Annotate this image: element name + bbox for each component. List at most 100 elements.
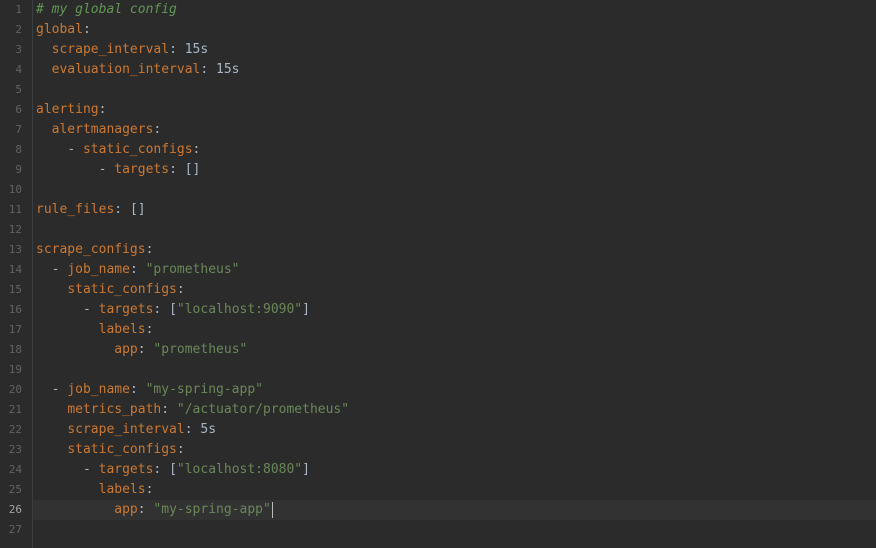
code-line[interactable]: 10 xyxy=(9,180,876,200)
code-line[interactable]: 14 - job_name: "prometheus" xyxy=(9,260,876,280)
yaml-key: rule_files xyxy=(36,202,115,217)
yaml-key: alerting xyxy=(36,102,99,117)
yaml-string: "prometheus" xyxy=(153,342,248,357)
yaml-separator: : xyxy=(176,442,185,457)
yaml-bracket-close: ] xyxy=(302,302,310,317)
line-number: 9 xyxy=(15,163,22,176)
yaml-separator: : xyxy=(161,402,177,417)
code-line[interactable]: 20 - job_name: "my-spring-app" xyxy=(9,380,876,400)
code-area[interactable]: 1 # my global config 2 global: 3 scrape_inte… xyxy=(9,0,876,548)
code-line[interactable]: 7 alertmanagers: xyxy=(15,120,876,140)
yaml-separator: : xyxy=(137,342,154,357)
code-line[interactable]: 5 xyxy=(15,80,876,100)
code-line[interactable]: 3 scrape_interval: 15s xyxy=(15,40,876,60)
yaml-value: [] xyxy=(129,202,146,217)
line-text: - targets: ["localhost:8080"] xyxy=(36,460,310,480)
code-line[interactable]: 4 evaluation_interval: 15s xyxy=(15,60,876,80)
line-text: app: "prometheus" xyxy=(36,340,247,360)
yaml-separator: : xyxy=(153,462,170,477)
line-number: 14 xyxy=(8,263,22,276)
code-line[interactable]: 21 metrics_path: "/actuator/prometheus" xyxy=(9,400,876,420)
code-line[interactable]: 11 rule_files: [] xyxy=(9,200,876,220)
line-text: labels: xyxy=(36,320,154,340)
yaml-list-dash: - xyxy=(82,462,99,477)
code-line[interactable]: 24 - targets: ["localhost:8080"] xyxy=(9,460,876,480)
code-line[interactable]: 2 global: xyxy=(15,20,876,40)
yaml-key: job_name xyxy=(67,262,130,277)
code-line[interactable]: 16 - targets: ["localhost:9090"] xyxy=(9,300,876,320)
line-text: - static_configs: xyxy=(36,140,200,160)
line-number: 11 xyxy=(8,203,22,216)
yaml-value: 5s xyxy=(200,422,217,437)
code-line[interactable]: 25 labels: xyxy=(9,480,876,500)
line-number: 23 xyxy=(8,443,22,456)
line-text: alertmanagers: xyxy=(36,120,162,140)
code-line[interactable]: 17 labels: xyxy=(9,320,876,340)
yaml-string: "/actuator/prometheus" xyxy=(176,402,350,417)
yaml-key: labels xyxy=(98,482,146,497)
yaml-key: evaluation_interval xyxy=(51,62,201,77)
yaml-separator: : xyxy=(200,62,217,77)
line-number: 24 xyxy=(8,463,22,476)
yaml-value: [] xyxy=(184,162,201,177)
code-editor[interactable]: 1 # my global config 2 global: 3 scrape_inte… xyxy=(0,0,876,548)
line-number: 16 xyxy=(8,303,22,316)
line-number: 3 xyxy=(15,43,22,56)
code-line[interactable]: 12 xyxy=(9,220,876,240)
yaml-key: alertmanagers xyxy=(51,122,154,137)
yaml-separator: : xyxy=(98,102,107,117)
line-number: 5 xyxy=(15,83,22,96)
line-number: 12 xyxy=(8,223,22,236)
line-text: static_configs: xyxy=(36,280,184,300)
yaml-key: scrape_interval xyxy=(51,42,170,57)
yaml-list-dash: - xyxy=(67,142,83,157)
text-caret xyxy=(271,501,273,518)
line-text: scrape_configs: xyxy=(36,240,153,260)
yaml-key: labels xyxy=(98,322,146,337)
code-line[interactable]: 9 - targets: [] xyxy=(15,160,876,180)
code-line[interactable]: 22 scrape_interval: 5s xyxy=(9,420,876,440)
yaml-bracket-open: [ xyxy=(169,302,177,317)
yaml-string: "localhost:8080" xyxy=(176,462,303,477)
code-line[interactable]: 19 xyxy=(9,360,876,380)
code-line[interactable]: 13 scrape_configs: xyxy=(9,240,876,260)
line-number: 18 xyxy=(8,343,22,356)
code-line[interactable]: 27 xyxy=(9,520,876,540)
yaml-separator: : xyxy=(145,242,154,257)
code-line[interactable]: 15 static_configs: xyxy=(9,280,876,300)
line-text: evaluation_interval: 15s xyxy=(36,60,240,80)
line-number: 15 xyxy=(8,283,22,296)
line-text: static_configs: xyxy=(36,440,185,460)
line-number: 2 xyxy=(15,23,22,36)
yaml-comment: # my global config xyxy=(36,2,177,17)
code-line[interactable]: 18 app: "prometheus" xyxy=(9,340,876,360)
code-line[interactable]: 6 alerting: xyxy=(15,100,876,120)
code-line[interactable]: 1 # my global config xyxy=(15,0,876,20)
code-line[interactable]: 8 - static_configs: xyxy=(15,140,876,160)
yaml-key: targets xyxy=(114,162,170,177)
line-text: - targets: [] xyxy=(36,160,201,180)
line-text: - job_name: "my-spring-app" xyxy=(36,380,263,400)
yaml-bracket-close: ] xyxy=(302,462,310,477)
line-text: alerting: xyxy=(36,100,106,120)
line-text: rule_files: [] xyxy=(36,200,146,220)
code-line[interactable]: 23 static_configs: xyxy=(9,440,876,460)
line-number: 1 xyxy=(15,3,22,16)
line-number: 7 xyxy=(15,123,22,136)
yaml-key: global xyxy=(36,22,83,37)
yaml-key: static_configs xyxy=(67,442,177,457)
yaml-string: "my-spring-app" xyxy=(153,502,271,517)
code-line[interactable]: 26 app: "my-spring-app" xyxy=(9,500,876,520)
line-number: 25 xyxy=(8,483,22,496)
yaml-key: app xyxy=(114,342,138,357)
